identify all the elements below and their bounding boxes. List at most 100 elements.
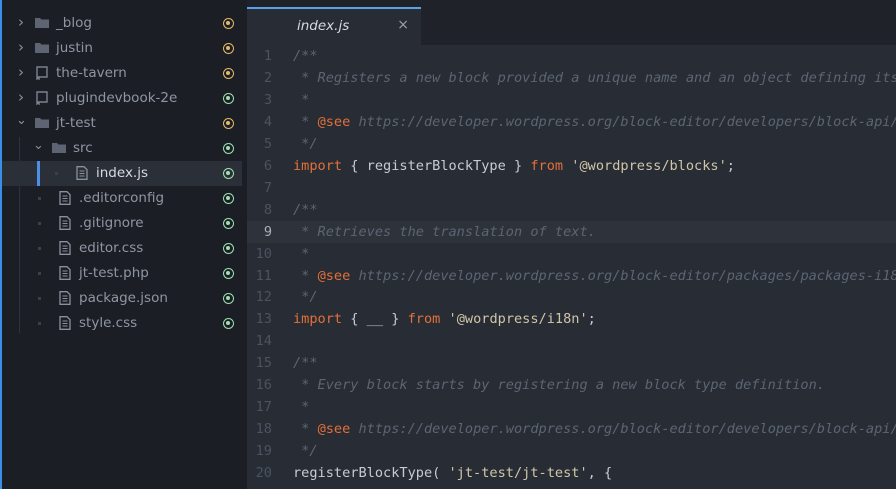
git-status-icon (223, 318, 234, 329)
line-content: * @see https://developer.wordpress.org/b… (293, 418, 896, 440)
line-content: */ (293, 286, 317, 308)
tree-item-label: index.js (96, 165, 149, 181)
code-token: @see (317, 113, 351, 130)
line-content: * (293, 243, 309, 265)
code-token: /** (293, 355, 318, 372)
line-content: */ (293, 440, 318, 462)
bullet-icon (38, 297, 41, 300)
tree-item-package-json[interactable]: package.json (2, 286, 242, 311)
line-content: * @see https://developer.wordpress.org/b… (293, 111, 896, 133)
line-content: import { registerBlockType } from '@word… (293, 155, 735, 177)
line-content: * (293, 396, 309, 418)
line-content: /** (293, 199, 318, 221)
code-line: 1 /** (247, 45, 896, 67)
tree-item-label: jt-test (56, 115, 96, 131)
folder-icon (35, 16, 49, 30)
line-content: import { __ } from '@wordpress/i18n'; (293, 308, 596, 330)
git-status-icon (223, 218, 234, 229)
git-status-icon (223, 193, 234, 204)
git-status-icon (223, 293, 234, 304)
tree-item-jt-test-php[interactable]: jt-test.php (2, 261, 242, 286)
tree-item-jt-test[interactable]: ⌄ jt-test (2, 111, 242, 136)
file-icon (58, 191, 72, 205)
code-token: from (407, 311, 441, 328)
code-line: 12 */ (247, 286, 896, 308)
chevron-down-icon[interactable]: ⌄ (16, 113, 27, 128)
git-status-icon (223, 93, 234, 104)
line-number: 5 (263, 135, 272, 152)
line-number: 3 (263, 91, 272, 108)
git-status-icon (223, 68, 234, 79)
line-number: 1 (263, 48, 272, 64)
tab-title: index.js (297, 18, 350, 34)
tree-item-label: plugindevbook-2e (56, 90, 178, 106)
line-number: 2 (263, 69, 272, 86)
code-token: */ (293, 443, 318, 460)
code-editor[interactable]: 1 /** 2 * Registers a new block provided a… (247, 45, 896, 489)
line-number: 8 (263, 201, 272, 218)
folder-icon (35, 116, 49, 130)
line-number: 9 (263, 223, 272, 240)
code-line: 4 * @see https://developer.wordpress.org… (247, 111, 896, 133)
tree-item-label: src (73, 140, 93, 156)
tree-item-label: editor.css (79, 240, 144, 256)
line-number: 13 (255, 311, 272, 328)
code-line: 10 * (247, 243, 896, 265)
tree-item-src[interactable]: ⌄ src (2, 136, 242, 161)
code-token: * Registers a new block provided a uniqu… (293, 69, 896, 86)
tree-item-plugindevbook-2e[interactable]: › plugindevbook-2e (2, 86, 242, 111)
chevron-right-icon[interactable]: › (16, 63, 26, 81)
file-icon (58, 266, 72, 280)
code-line: 8 /** (247, 199, 896, 221)
tab-index-js[interactable]: index.js × (247, 7, 421, 45)
tree-item-editorconfig[interactable]: .editorconfig (2, 186, 242, 211)
line-content: * Registers a new block provided a uniqu… (293, 67, 896, 89)
code-token: https://developer.wordpress.org/block-ed… (350, 267, 896, 284)
code-line: 20 registerBlockType( 'jt-test/jt-test', … (247, 462, 896, 484)
line-number: 11 (255, 267, 272, 284)
bullet-icon (55, 172, 58, 175)
chevron-right-icon[interactable]: › (16, 13, 26, 31)
code-token: * (293, 91, 310, 108)
line-number: 18 (255, 421, 272, 438)
line-number: 6 (263, 157, 272, 174)
code-token: https://developer.wordpress.org/block-ed… (350, 113, 896, 130)
code-line: 17 * (247, 396, 896, 418)
chevron-right-icon[interactable]: › (16, 88, 26, 106)
code-token: import (293, 157, 343, 174)
code-token: { __ } (342, 311, 408, 328)
code-token: '@wordpress/blocks' (563, 157, 727, 174)
bullet-icon (38, 272, 41, 275)
code-token: * (293, 399, 310, 416)
line-number: 19 (255, 443, 272, 460)
code-token: */ (293, 135, 318, 152)
tree-item-justin[interactable]: › justin (2, 36, 242, 61)
tree-item-editor-css[interactable]: editor.css (2, 236, 242, 261)
tree-item-blog[interactable]: › _blog (2, 11, 242, 36)
tree-item-label: .editorconfig (79, 190, 165, 206)
line-number: 20 (255, 465, 272, 482)
tree-item-the-tavern[interactable]: › the-tavern (2, 61, 242, 86)
chevron-right-icon[interactable]: › (16, 38, 26, 56)
bullet-icon (38, 322, 41, 325)
close-icon[interactable]: × (397, 17, 409, 33)
line-number: 14 (255, 333, 272, 350)
code-line: 2 * Registers a new block provided a uni… (247, 67, 896, 89)
code-line: 16 * Every block starts by registering a… (247, 374, 896, 396)
git-status-icon (223, 143, 234, 154)
git-status-icon (223, 43, 234, 54)
repo-icon (35, 91, 49, 106)
chevron-down-icon[interactable]: ⌄ (33, 138, 44, 153)
tree-item-style-css[interactable]: style.css (2, 311, 242, 336)
code-token: { registerBlockType } (342, 157, 531, 174)
tree-item-index-js[interactable]: index.js (2, 161, 242, 186)
tree-item-label: .gitignore (79, 215, 144, 231)
tree-item-gitignore[interactable]: .gitignore (2, 211, 242, 236)
folder-icon (35, 41, 49, 55)
line-number: 4 (263, 113, 272, 130)
tree-item-label: justin (56, 40, 93, 56)
code-line: 6 import { registerBlockType } from '@wor… (247, 155, 896, 177)
git-status-icon (223, 18, 234, 29)
tree-view: › _blog › justin › the-tavern › plugindevbook-2… (0, 0, 247, 489)
repo-icon (35, 66, 49, 81)
